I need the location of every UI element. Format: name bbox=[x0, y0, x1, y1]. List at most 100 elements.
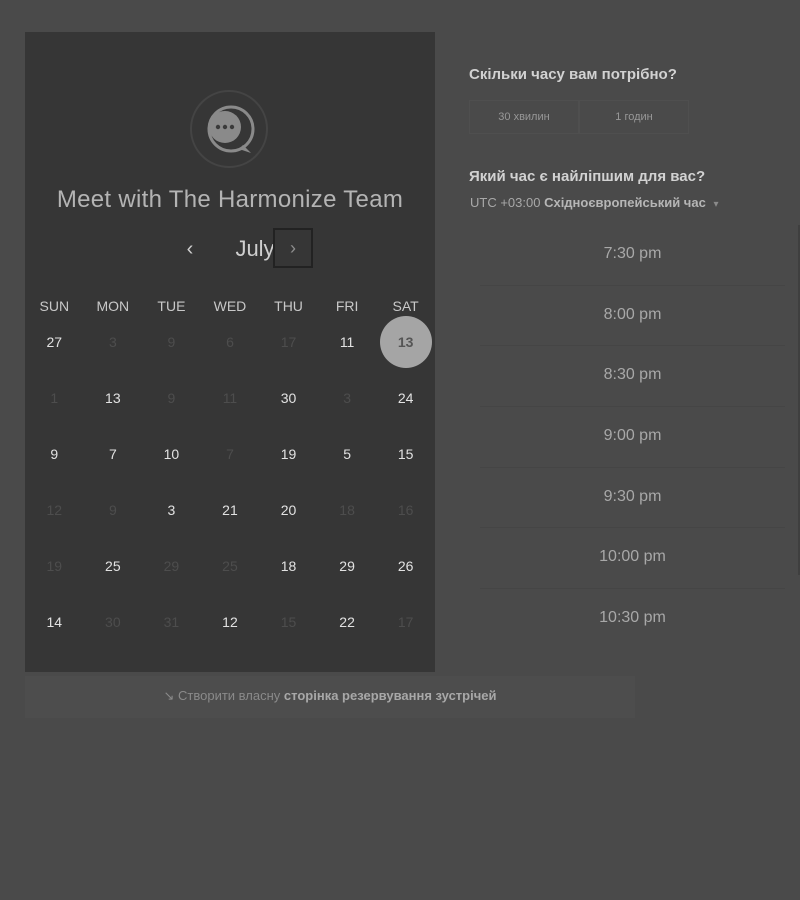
day-number: 9 bbox=[167, 334, 176, 350]
calendar-day: 7 bbox=[201, 434, 260, 490]
footer-text: Створити власну bbox=[178, 688, 281, 703]
day-number: 3 bbox=[343, 390, 351, 406]
day-number: 9 bbox=[167, 390, 176, 406]
day-number: 10 bbox=[163, 446, 180, 462]
calendar-day[interactable]: 7 bbox=[84, 434, 143, 490]
calendar-day: 25 bbox=[201, 546, 260, 602]
day-number: 17 bbox=[280, 334, 297, 350]
calendar-day: 3 bbox=[84, 322, 143, 378]
time-slot[interactable]: 10:30 pm bbox=[480, 589, 785, 649]
calendar-day[interactable]: 14 bbox=[25, 602, 84, 658]
day-number: 16 bbox=[397, 502, 414, 518]
day-number: 29 bbox=[339, 558, 355, 574]
calendar-day[interactable]: 15 bbox=[376, 434, 435, 490]
calendar-day: 6 bbox=[201, 322, 260, 378]
calendar-day[interactable]: 19 bbox=[259, 434, 318, 490]
calendar-day: 9 bbox=[142, 322, 201, 378]
external-arrow-icon: ↘ bbox=[163, 688, 175, 703]
timezone-selector[interactable]: UTC +03:00 Східноєвропейський час ▾ bbox=[470, 195, 718, 210]
day-number: 11 bbox=[222, 390, 238, 406]
calendar-day[interactable]: 9 bbox=[25, 434, 84, 490]
day-number: 11 bbox=[339, 334, 355, 350]
weekday-label: THU bbox=[274, 298, 303, 314]
calendar-week-row: 19 25 29 25 18 29 26 bbox=[25, 546, 435, 602]
calendar-day-selected[interactable]: 13 bbox=[376, 322, 435, 378]
day-number: 29 bbox=[163, 558, 180, 574]
time-slot[interactable]: 8:00 pm bbox=[480, 286, 785, 347]
calendar-week-row: 27 3 9 6 17 11 13 bbox=[25, 322, 435, 378]
day-number: 1 bbox=[50, 390, 59, 406]
calendar-day[interactable]: 3 bbox=[142, 490, 201, 546]
duration-question: Скільки часу вам потрібно? bbox=[469, 66, 677, 83]
day-number: 20 bbox=[280, 502, 297, 518]
calendar-week-row: 9 7 10 7 19 5 15 bbox=[25, 434, 435, 490]
calendar-day: 17 bbox=[376, 602, 435, 658]
day-number: 13 bbox=[105, 390, 121, 406]
duration-options: 30 хвилин 1 годин bbox=[469, 100, 689, 134]
day-number: 25 bbox=[105, 558, 121, 574]
day-number: 7 bbox=[226, 446, 234, 462]
day-number: 30 bbox=[280, 390, 297, 406]
calendar-day: 9 bbox=[84, 490, 143, 546]
calendar-day: 18 bbox=[318, 490, 377, 546]
calendar-day[interactable]: 22 bbox=[318, 602, 377, 658]
team-title: Meet with The Harmonize Team bbox=[56, 186, 404, 213]
day-number: 21 bbox=[222, 502, 238, 518]
calendar-day[interactable]: 13 bbox=[84, 378, 143, 434]
calendar-day[interactable]: 29 bbox=[318, 546, 377, 602]
weekday-label: SUN bbox=[39, 298, 70, 314]
day-number: 3 bbox=[108, 334, 117, 350]
calendar-grid: SUN MON TUE WED THU FRI SAT 27 3 9 6 17 11 13 1… bbox=[25, 290, 435, 658]
day-number: 24 bbox=[397, 390, 414, 406]
duration-30-button[interactable]: 30 хвилин bbox=[469, 100, 579, 134]
time-slot-list: 7:30 pm 8:00 pm 8:30 pm 9:00 pm 9:30 pm … bbox=[480, 225, 785, 649]
day-number: 25 bbox=[222, 558, 238, 574]
chat-logo-icon bbox=[190, 90, 268, 168]
calendar-day[interactable]: 12 bbox=[201, 602, 260, 658]
day-number: 18 bbox=[339, 502, 355, 518]
calendar-day[interactable]: 25 bbox=[84, 546, 143, 602]
weekday-header: SUN MON TUE WED THU FRI SAT bbox=[25, 290, 435, 322]
weekday-label: FRI bbox=[335, 298, 359, 314]
weekday-label: MON bbox=[96, 298, 130, 314]
weekday-label: WED bbox=[213, 298, 247, 314]
next-month-button[interactable]: › bbox=[273, 228, 313, 268]
time-slot[interactable]: 9:00 pm bbox=[480, 407, 785, 468]
day-number: 3 bbox=[167, 502, 176, 518]
weekday-label: TUE bbox=[157, 298, 186, 314]
calendar-day[interactable]: 26 bbox=[376, 546, 435, 602]
time-slot[interactable]: 8:30 pm bbox=[480, 346, 785, 408]
day-number: 5 bbox=[343, 446, 351, 462]
calendar-day[interactable]: 21 bbox=[201, 490, 260, 546]
prev-month-button[interactable]: ‹ bbox=[175, 234, 205, 264]
calendar-day[interactable]: 24 bbox=[376, 378, 435, 434]
calendar-day[interactable]: 18 bbox=[259, 546, 318, 602]
calendar-day: 29 bbox=[142, 546, 201, 602]
calendar-day: 19 bbox=[25, 546, 84, 602]
time-slot[interactable]: 10:00 pm bbox=[480, 528, 785, 590]
calendar-day: 1 bbox=[25, 378, 84, 434]
calendar-day[interactable]: 20 bbox=[259, 490, 318, 546]
time-slot[interactable]: 7:30 pm bbox=[480, 225, 785, 286]
calendar-day[interactable]: 5 bbox=[318, 434, 377, 490]
timezone-offset: UTC +03:00 bbox=[470, 195, 541, 210]
calendar-day: 31 bbox=[142, 602, 201, 658]
calendar-day: 12 bbox=[25, 490, 84, 546]
timezone-name: Східноєвропейський час bbox=[544, 195, 706, 210]
footer-link[interactable]: сторінка резервування зустрічей bbox=[284, 688, 497, 703]
calendar-day[interactable]: 30 bbox=[259, 378, 318, 434]
duration-60-button[interactable]: 1 годин bbox=[579, 100, 689, 134]
time-slot[interactable]: 9:30 pm bbox=[480, 468, 785, 529]
calendar-day[interactable]: 11 bbox=[318, 322, 377, 378]
day-number: 9 bbox=[108, 502, 117, 518]
day-number: 19 bbox=[46, 558, 63, 574]
day-number: 26 bbox=[397, 558, 414, 574]
calendar-day: 16 bbox=[376, 490, 435, 546]
calendar-day[interactable]: 10 bbox=[142, 434, 201, 490]
calendar-day: 30 bbox=[84, 602, 143, 658]
day-number: 7 bbox=[108, 446, 117, 462]
calendar-day[interactable]: 27 bbox=[25, 322, 84, 378]
time-question: Який час є найліпшим для вас? bbox=[469, 168, 706, 185]
calendar-weeks: 27 3 9 6 17 11 13 1 13 9 11 30 3 24 9 7 10 7 19 5 15 12 9 3 21 20… bbox=[25, 322, 435, 658]
day-number: 14 bbox=[46, 614, 63, 630]
